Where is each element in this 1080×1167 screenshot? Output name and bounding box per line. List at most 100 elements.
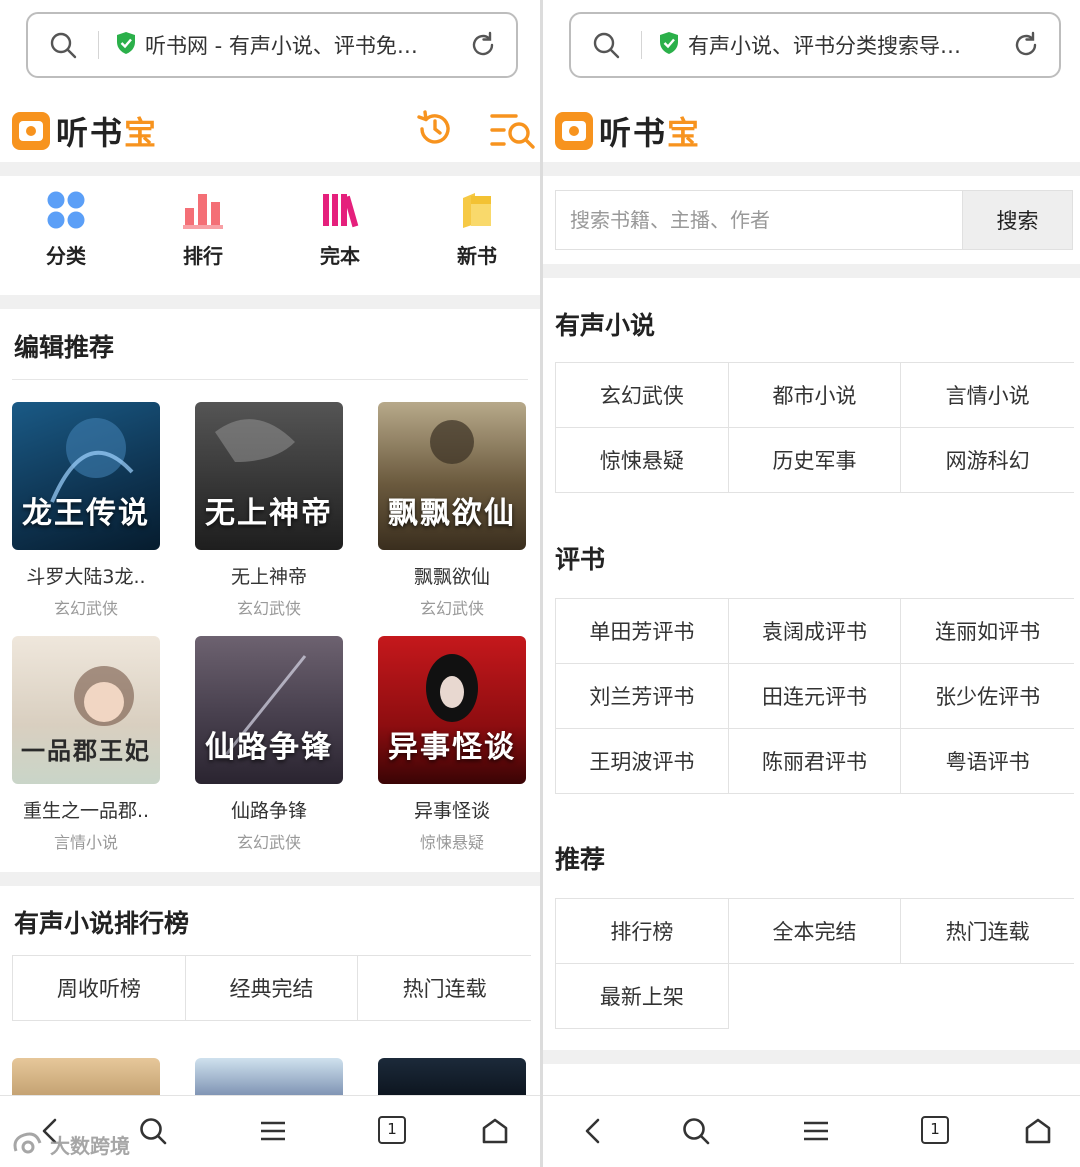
recommended-links: 排行榜 全本完结 热门连载 最新上架	[555, 898, 1074, 1029]
book-card[interactable]: 异事怪谈 异事怪谈 惊悚悬疑	[378, 636, 526, 853]
watermark-text: 大数跨境	[50, 1133, 130, 1158]
cover-title: 飘飘欲仙	[388, 496, 516, 531]
category-link[interactable]: 刘兰芳评书	[556, 664, 729, 729]
nav-label: 新书	[457, 244, 497, 268]
book-title[interactable]: 重生之一品郡..	[12, 796, 160, 823]
book-cover[interactable]: 无上神帝	[195, 402, 343, 550]
book-category: 玄幻武侠	[53, 599, 118, 618]
category-link[interactable]: 连丽如评书	[901, 599, 1074, 664]
divider	[12, 379, 528, 380]
nav-label: 完本	[320, 244, 360, 268]
category-link[interactable]: 最新上架	[556, 964, 729, 1029]
menu-icon[interactable]	[258, 1116, 288, 1150]
book-title[interactable]: 斗罗大陆3龙..	[12, 562, 160, 589]
page-title[interactable]: 有声小说、评书分类搜索导…	[688, 30, 993, 60]
book-title[interactable]: 飘飘欲仙	[378, 562, 526, 589]
book-category: 玄幻武侠	[236, 599, 301, 618]
book-cover-partial[interactable]	[12, 1058, 160, 1098]
ranking-tab[interactable]: 周收听榜	[13, 956, 186, 1021]
tabs-count-icon[interactable]: 1	[378, 1116, 406, 1144]
section-title-audio-novels: 有声小说	[555, 311, 656, 340]
category-link[interactable]: 言情小说	[901, 363, 1074, 428]
category-link[interactable]: 全本完结	[728, 899, 902, 964]
book-card[interactable]: 仙路争锋 仙路争锋 玄幻武侠	[195, 636, 343, 853]
section-divider	[543, 1050, 1080, 1064]
search-icon[interactable]	[138, 1116, 168, 1150]
books-icon	[320, 194, 360, 234]
home-icon[interactable]	[480, 1116, 510, 1150]
category-link[interactable]: 惊悚悬疑	[556, 428, 729, 493]
category-link[interactable]: 张少佐评书	[901, 664, 1074, 729]
category-link[interactable]: 王玥波评书	[556, 729, 729, 794]
ranking-tab[interactable]: 经典完结	[185, 956, 359, 1021]
book-card[interactable]: 飘飘欲仙 飘飘欲仙 玄幻武侠	[378, 402, 526, 619]
category-link[interactable]: 袁阔成评书	[728, 599, 902, 664]
logo-icon	[555, 112, 593, 150]
book-card[interactable]: 一品郡王妃 重生之一品郡.. 言情小说	[12, 636, 160, 853]
category-link[interactable]: 田连元评书	[728, 664, 902, 729]
book-title[interactable]: 异事怪谈	[378, 796, 526, 823]
divider	[98, 31, 99, 59]
category-link[interactable]: 都市小说	[728, 363, 902, 428]
cover-title: 龙王传说	[22, 496, 150, 531]
nav-categories[interactable]: 分类	[16, 190, 116, 269]
book-card[interactable]: 无上神帝 无上神帝 玄幻武侠	[195, 402, 343, 619]
list-search-icon[interactable]	[490, 110, 536, 154]
page-title[interactable]: 听书网 - 有声小说、评书免…	[145, 30, 450, 60]
section-divider	[543, 264, 1080, 278]
category-link[interactable]: 网游科幻	[901, 428, 1074, 493]
search-input[interactable]	[556, 191, 962, 249]
nav-label: 排行	[183, 244, 223, 268]
search-icon[interactable]	[571, 31, 641, 59]
cover-title: 仙路争锋	[205, 730, 333, 765]
cover-title: 异事怪谈	[388, 730, 516, 765]
section-divider	[0, 162, 540, 176]
category-link[interactable]: 玄幻武侠	[556, 363, 729, 428]
logo-text: 听书	[599, 114, 668, 152]
book-cover[interactable]: 龙王传说	[12, 402, 160, 550]
category-link[interactable]: 排行榜	[556, 899, 729, 964]
book-title[interactable]: 无上神帝	[195, 562, 343, 589]
nav-new-books[interactable]: 新书	[427, 190, 527, 269]
section-divider	[0, 295, 540, 309]
tabs-count-icon[interactable]: 1	[921, 1116, 949, 1144]
back-icon[interactable]	[579, 1116, 609, 1150]
book-cover-partial[interactable]	[195, 1058, 343, 1098]
book-cover[interactable]: 飘飘欲仙	[378, 402, 526, 550]
category-link[interactable]: 热门连载	[901, 899, 1074, 964]
search-button[interactable]: 搜索	[962, 191, 1072, 249]
search-icon[interactable]	[28, 31, 98, 59]
book-cover-partial[interactable]	[378, 1058, 526, 1098]
address-bar[interactable]: 有声小说、评书分类搜索导…	[569, 12, 1061, 78]
section-title-storytelling: 评书	[555, 545, 606, 574]
book-category: 言情小说	[53, 833, 118, 852]
home-icon[interactable]	[1023, 1116, 1053, 1150]
site-logo[interactable]: 听书宝	[12, 108, 158, 154]
book-title[interactable]: 仙路争锋	[195, 796, 343, 823]
address-bar[interactable]: 听书网 - 有声小说、评书免…	[26, 12, 518, 78]
book-cover[interactable]: 仙路争锋	[195, 636, 343, 784]
history-icon[interactable]	[414, 108, 456, 154]
site-search: 搜索	[555, 190, 1073, 250]
section-divider	[0, 872, 540, 886]
nav-label: 分类	[46, 244, 86, 268]
site-logo[interactable]: 听书宝	[555, 108, 701, 154]
section-title-recommended: 推荐	[555, 845, 606, 874]
reload-icon[interactable]	[450, 31, 516, 59]
nav-completed[interactable]: 完本	[290, 190, 390, 269]
search-icon[interactable]	[681, 1116, 711, 1150]
left-screen: 听书网 - 有声小说、评书免… 听书宝 分类 排行 完本 新书 编辑推荐 龙王传…	[0, 0, 540, 1167]
category-link[interactable]: 粤语评书	[901, 729, 1074, 794]
category-link[interactable]: 陈丽君评书	[728, 729, 902, 794]
reload-icon[interactable]	[993, 31, 1059, 59]
book-cover[interactable]: 一品郡王妃	[12, 636, 160, 784]
category-link[interactable]: 单田芳评书	[556, 599, 729, 664]
menu-icon[interactable]	[801, 1116, 831, 1150]
book-cover[interactable]: 异事怪谈	[378, 636, 526, 784]
cover-title: 无上神帝	[205, 496, 333, 531]
category-link[interactable]: 历史军事	[728, 428, 902, 493]
logo-text: 听书	[56, 114, 125, 152]
book-card[interactable]: 龙王传说 斗罗大陆3龙.. 玄幻武侠	[12, 402, 160, 619]
nav-ranking[interactable]: 排行	[153, 190, 253, 269]
ranking-tab[interactable]: 热门连载	[358, 956, 531, 1021]
